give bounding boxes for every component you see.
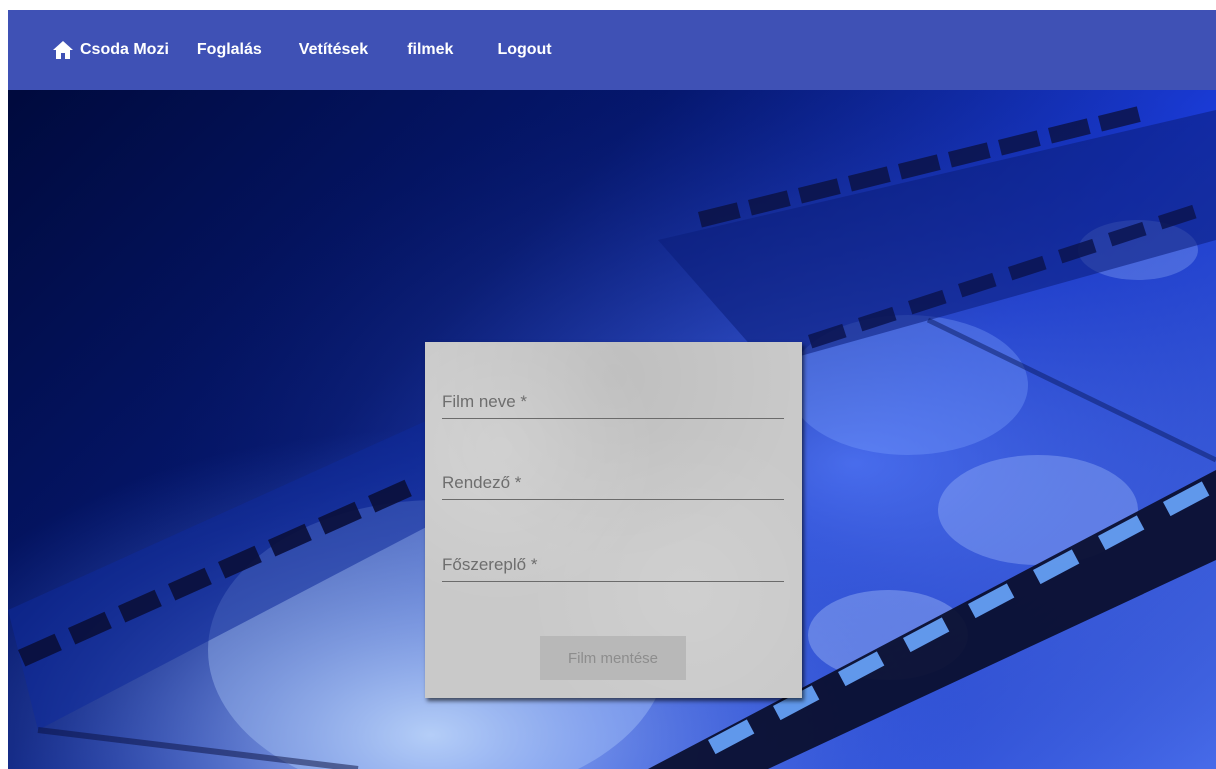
nav-link-filmek[interactable]: filmek	[407, 41, 453, 59]
director-field[interactable]	[442, 459, 784, 500]
brand-label: Csoda Mozi	[80, 41, 169, 58]
nav-home-link[interactable]: Csoda Mozi	[52, 40, 169, 60]
nav-link-foglalas[interactable]: Foglalás	[197, 41, 262, 59]
save-film-button[interactable]: Film mentése	[540, 636, 686, 680]
film-name-input[interactable]	[442, 392, 784, 412]
film-form-card: Film mentése	[425, 342, 802, 698]
film-name-field[interactable]	[442, 378, 784, 419]
nav-link-logout[interactable]: Logout	[497, 41, 551, 59]
home-icon	[53, 41, 73, 59]
hero-background: Film mentése	[8, 90, 1216, 769]
nav-link-vetitesek[interactable]: Vetítések	[299, 41, 368, 59]
app-frame: Csoda Mozi Foglalás Vetítések filmek Log…	[8, 10, 1216, 769]
lead-actor-field[interactable]	[442, 541, 784, 582]
top-navbar: Csoda Mozi Foglalás Vetítések filmek Log…	[8, 10, 1216, 90]
lead-actor-input[interactable]	[442, 555, 784, 575]
director-input[interactable]	[442, 473, 784, 493]
